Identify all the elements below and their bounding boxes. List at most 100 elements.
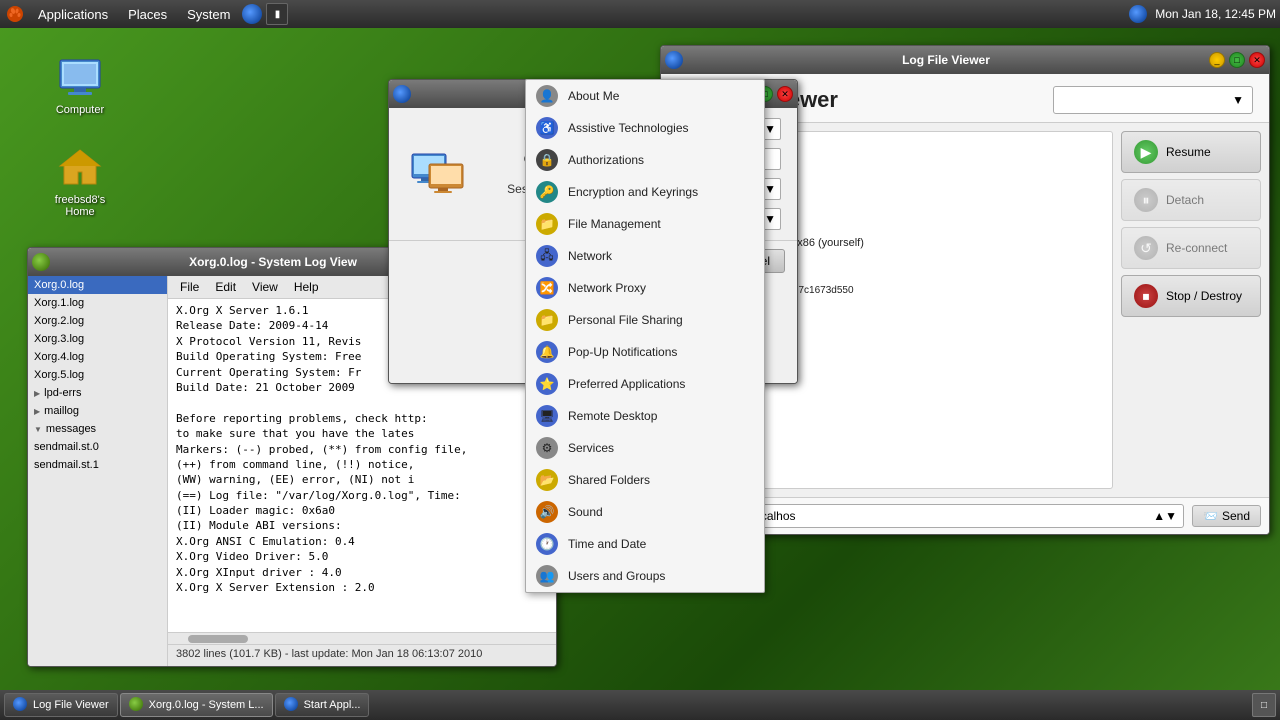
menu-item-preferred-apps[interactable]: ⭐ Preferred Applications: [526, 368, 764, 400]
start-app-globe-icon: [393, 85, 411, 103]
menu-item-services[interactable]: ⚙Services: [526, 432, 764, 464]
menu-item-assistive-tech[interactable]: ♿Assistive Technologies: [526, 112, 764, 144]
log-menu-view[interactable]: View: [244, 278, 286, 296]
menu-icon-time-date: 🕐: [536, 533, 558, 555]
log-sidebar-item[interactable]: Xorg.5.log: [28, 366, 167, 384]
menu-label-shared-folders: Shared Folders: [568, 473, 754, 487]
menu-icon-about-me: 👤: [536, 85, 558, 107]
log-horizontal-scrollbar[interactable]: [168, 632, 556, 644]
menu-label-network: Network: [568, 249, 754, 263]
menu-label-users-groups: Users and Groups: [568, 569, 754, 583]
menu-label-authorizations: Authorizations: [568, 153, 754, 167]
log-sidebar-item[interactable]: sendmail.st.0: [28, 438, 167, 456]
menu-label-preferred-apps: Preferred Applications: [568, 377, 754, 391]
menu-item-shared-folders[interactable]: 📂Shared Folders: [526, 464, 764, 496]
send-icon: 📨: [1203, 509, 1218, 523]
log-sidebar-item[interactable]: Xorg.1.log: [28, 294, 167, 312]
menu-label-time-date: Time and Date: [568, 537, 754, 551]
home-folder-icon[interactable]: freebsd8's Home: [40, 140, 120, 222]
resume-label: Resume: [1166, 145, 1211, 159]
log-menu-edit[interactable]: Edit: [207, 278, 244, 296]
resume-button[interactable]: ▶ Resume: [1121, 131, 1261, 173]
detach-label: Detach: [1166, 193, 1204, 207]
taskbar-start-label: Start Appl...: [304, 699, 361, 711]
menu-label-encryption: Encryption and Keyrings: [568, 185, 754, 199]
menu-item-encryption[interactable]: 🔑Encryption and Keyrings: [526, 176, 764, 208]
menu-icon-network-proxy: 🔀: [536, 277, 558, 299]
log-sidebar-item[interactable]: Xorg.3.log: [28, 330, 167, 348]
menu-item-popup-notifications[interactable]: 🔔Pop-Up Notifications: [526, 336, 764, 368]
taskbar-xorg-icon: [129, 697, 145, 713]
top-panel-right: Mon Jan 18, 12:45 PM: [1129, 5, 1276, 23]
start-app-close[interactable]: ✕: [777, 86, 793, 102]
terminal-icon: ▮: [275, 9, 281, 20]
menu-icon-authorizations: 🔒: [536, 149, 558, 171]
menu-item-network[interactable]: 🖧 Network: [526, 240, 764, 272]
log-menu-help[interactable]: Help: [286, 278, 327, 296]
menu-item-file-management[interactable]: 📁File Management: [526, 208, 764, 240]
menu-item-time-date[interactable]: 🕐 Time and Date: [526, 528, 764, 560]
log-menu-file[interactable]: File: [172, 278, 207, 296]
places-menu[interactable]: Places: [120, 5, 175, 24]
system-menu[interactable]: System: [179, 5, 238, 24]
menu-item-about-me[interactable]: 👤About Me: [526, 80, 764, 112]
scrollbar-thumb[interactable]: [188, 635, 248, 643]
reconnect-icon: ↺: [1134, 236, 1158, 260]
menu-item-authorizations[interactable]: 🔒 Authorizations: [526, 144, 764, 176]
menu-icon-network: 🖧: [536, 245, 558, 267]
menu-label-sound: Sound: [568, 505, 754, 519]
menu-item-users-groups[interactable]: 👥Users and Groups: [526, 560, 764, 592]
send-button[interactable]: 📨 Send: [1192, 505, 1261, 527]
taskbar-lfv-label: Log File Viewer: [33, 699, 109, 711]
globe-icon[interactable]: [242, 4, 262, 24]
menu-item-sound[interactable]: 🔊 Sound: [526, 496, 764, 528]
lfv-window-title: Log File Viewer: [687, 53, 1205, 67]
show-desktop-icon: □: [1261, 700, 1267, 711]
taskbar-xorg-log[interactable]: Xorg.0.log - System L...: [120, 693, 273, 717]
log-statusbar: 3802 lines (101.7 KB) - last update: Mon…: [168, 644, 556, 666]
applications-menu[interactable]: Applications: [30, 5, 116, 24]
menu-icon-sound: 🔊: [536, 501, 558, 523]
lfv-dropdown-arrow: ▼: [1232, 93, 1244, 107]
log-sidebar-item-lpd[interactable]: lpd-errs: [28, 384, 167, 402]
menu-item-network-proxy[interactable]: 🔀Network Proxy: [526, 272, 764, 304]
taskbar-log-file-viewer[interactable]: Log File Viewer: [4, 693, 118, 717]
log-sidebar-item[interactable]: Xorg.0.log: [28, 276, 167, 294]
lfv-log-dropdown[interactable]: ▼: [1053, 86, 1253, 114]
menu-item-personal-file-sharing[interactable]: 📁 Personal File Sharing: [526, 304, 764, 336]
log-sidebar-item-messages[interactable]: messages: [28, 420, 167, 438]
gnome-icon: [4, 3, 26, 25]
network-applet: [1129, 5, 1147, 23]
menu-icon-preferred-apps: ⭐: [536, 373, 558, 395]
menu-label-personal-file-sharing: Personal File Sharing: [568, 313, 754, 327]
lfv-send-input-arrow: ▲▼: [1153, 509, 1177, 523]
detach-button: ⏸ Detach: [1121, 179, 1261, 221]
stop-destroy-button[interactable]: ⏹ Stop / Destroy: [1121, 275, 1261, 317]
lfv-minimize-button[interactable]: _: [1209, 52, 1225, 68]
lfv-close-button[interactable]: ✕: [1249, 52, 1265, 68]
menu-label-services: Services: [568, 441, 754, 455]
category-arrow: ▼: [764, 122, 776, 136]
minimize-icon: _: [1214, 55, 1219, 65]
detach-icon: ⏸: [1134, 188, 1158, 212]
lfv-maximize-button[interactable]: □: [1229, 52, 1245, 68]
taskbar-xorg-label: Xorg.0.log - System L...: [149, 699, 264, 711]
taskbar-start-app[interactable]: Start Appl...: [275, 693, 370, 717]
log-viewer-globe-icon: [32, 253, 50, 271]
computer-icon[interactable]: Computer: [40, 50, 120, 120]
menu-label-popup-notifications: Pop-Up Notifications: [568, 345, 754, 359]
log-sidebar-item[interactable]: sendmail.st.1: [28, 456, 167, 474]
log-sidebar-item[interactable]: Xorg.2.log: [28, 312, 167, 330]
menu-label-assistive-tech: Assistive Technologies: [568, 121, 754, 135]
menu-icon-personal-file-sharing: 📁: [536, 309, 558, 331]
computer-icon-img: [56, 54, 104, 102]
show-desktop-button[interactable]: □: [1252, 693, 1276, 717]
log-sidebar-item-mail[interactable]: maillog: [28, 402, 167, 420]
clock-display: Mon Jan 18, 12:45 PM: [1155, 7, 1276, 21]
terminal-button[interactable]: ▮: [266, 3, 288, 25]
log-sidebar-item[interactable]: Xorg.4.log: [28, 348, 167, 366]
menu-item-remote-desktop[interactable]: 🖥Remote Desktop: [526, 400, 764, 432]
top-panel-left: Applications Places System ▮: [4, 3, 288, 25]
start-app-icon: [405, 142, 469, 206]
resume-icon: ▶: [1134, 140, 1158, 164]
